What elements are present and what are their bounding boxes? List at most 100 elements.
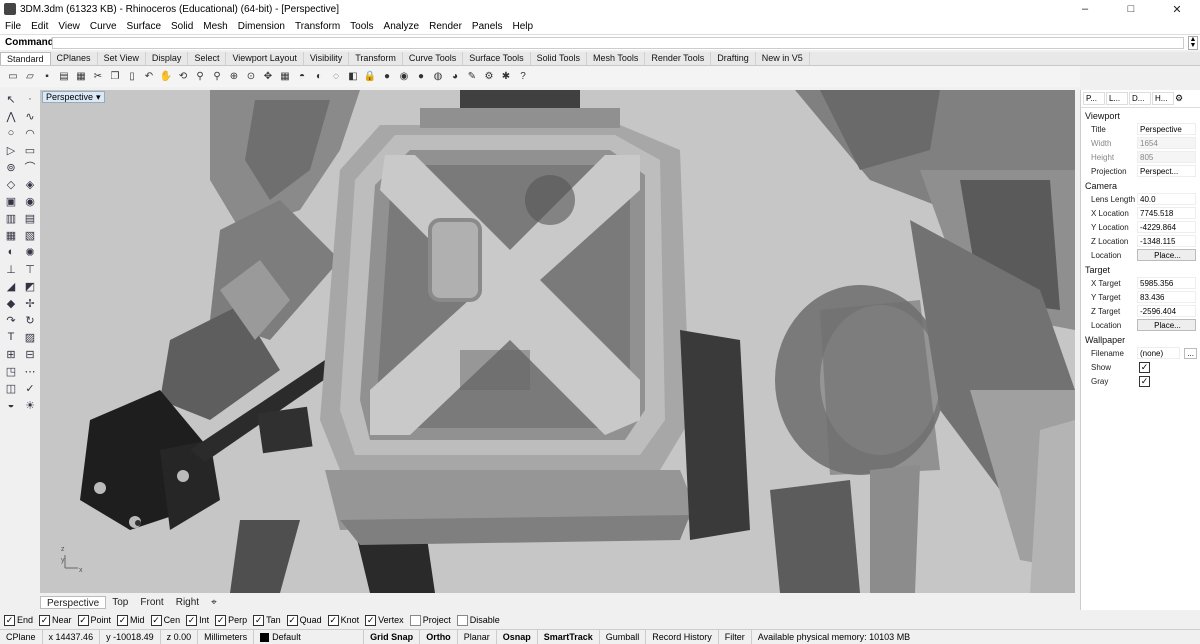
- tab-set-view[interactable]: Set View: [98, 52, 146, 65]
- smarttrack-toggle[interactable]: SmartTrack: [538, 630, 600, 644]
- menu-edit[interactable]: Edit: [26, 21, 53, 32]
- zoom-selected-icon[interactable]: ⊙: [244, 70, 258, 84]
- x-target-field[interactable]: 5985.356: [1137, 277, 1196, 289]
- hatch-icon[interactable]: ▨: [22, 329, 38, 345]
- zoom-window-icon[interactable]: ⚲: [210, 70, 224, 84]
- text-icon[interactable]: T: [3, 329, 19, 345]
- patch-icon[interactable]: ◈: [22, 176, 38, 192]
- command-input[interactable]: [52, 36, 1184, 49]
- osnap-int-checkbox[interactable]: ✓: [186, 614, 198, 626]
- tab-top[interactable]: Top: [106, 596, 134, 609]
- gear-icon[interactable]: ⚙: [482, 70, 496, 84]
- viewport-title[interactable]: Perspective ▾: [42, 91, 105, 103]
- osnap-int[interactable]: ✓ Int: [186, 614, 209, 626]
- tab-standard[interactable]: Standard: [0, 52, 51, 65]
- osnap-cen-checkbox[interactable]: ✓: [150, 614, 162, 626]
- prop-title-value[interactable]: Perspective: [1137, 123, 1196, 135]
- y-target-field[interactable]: 83.436: [1137, 291, 1196, 303]
- record-history-toggle[interactable]: Record History: [646, 630, 719, 644]
- tab-display-panel[interactable]: D...: [1129, 92, 1151, 105]
- gumball-toggle[interactable]: Gumball: [600, 630, 647, 644]
- layer-selector[interactable]: Default: [254, 630, 365, 644]
- planar-toggle[interactable]: Planar: [458, 630, 497, 644]
- perspective-viewport[interactable]: z y x Perspective ▾: [40, 90, 1075, 593]
- analyze-icon[interactable]: ◫: [3, 380, 19, 396]
- grid-icon[interactable]: ⋯: [22, 363, 38, 379]
- open-file-icon[interactable]: ▱: [23, 70, 37, 84]
- osnap-perp-checkbox[interactable]: ✓: [215, 614, 227, 626]
- tab-properties[interactable]: P...: [1083, 92, 1105, 105]
- menu-render[interactable]: Render: [424, 21, 467, 32]
- panel-gear-icon[interactable]: ⚙: [1175, 93, 1183, 104]
- tab-viewport-layout[interactable]: Viewport Layout: [226, 52, 304, 65]
- tab-render-tools[interactable]: Render Tools: [645, 52, 712, 65]
- triangle-icon[interactable]: ▷: [3, 142, 19, 158]
- browse-button[interactable]: ...: [1184, 347, 1197, 359]
- circle-icon[interactable]: ○: [3, 125, 19, 141]
- osnap-tan[interactable]: ✓ Tan: [253, 614, 281, 626]
- group-icon[interactable]: ◩: [22, 278, 38, 294]
- sphere-icon[interactable]: ◉: [22, 193, 38, 209]
- print-icon[interactable]: ▤: [57, 70, 71, 84]
- help-icon[interactable]: ?: [516, 70, 530, 84]
- render-icon[interactable]: ◒: [3, 397, 19, 413]
- offset-icon[interactable]: ⊚: [3, 159, 19, 175]
- osnap-project[interactable]: Project: [409, 614, 451, 626]
- move-icon[interactable]: ✥: [261, 70, 275, 84]
- add-viewport-icon[interactable]: ⌖: [205, 596, 223, 609]
- z-location-field[interactable]: -1348.115: [1137, 235, 1196, 247]
- tab-layers[interactable]: L...: [1106, 92, 1128, 105]
- arc-icon[interactable]: ◠: [22, 125, 38, 141]
- osnap-end[interactable]: ✓ End: [4, 614, 33, 626]
- projection-dropdown[interactable]: Perspect...: [1137, 165, 1196, 177]
- osnap-mid-checkbox[interactable]: ✓: [117, 614, 129, 626]
- osnap-toggle[interactable]: Osnap: [497, 630, 538, 644]
- osnap-cen[interactable]: ✓ Cen: [150, 614, 180, 626]
- box-icon[interactable]: ▣: [3, 193, 19, 209]
- light-bulb-icon[interactable]: ●: [380, 70, 394, 84]
- menu-analyze[interactable]: Analyze: [379, 21, 425, 32]
- rotate-tool-icon[interactable]: ↻: [22, 312, 38, 328]
- tab-transform[interactable]: Transform: [349, 52, 403, 65]
- point-icon[interactable]: ·: [22, 91, 38, 107]
- zoom-extents-icon[interactable]: ⊕: [227, 70, 241, 84]
- cplane-label[interactable]: CPlane: [0, 630, 43, 644]
- menu-tools[interactable]: Tools: [345, 21, 378, 32]
- osnap-mid[interactable]: ✓ Mid: [117, 614, 145, 626]
- explode-icon[interactable]: ✺: [22, 244, 38, 260]
- menu-file[interactable]: File: [0, 21, 26, 32]
- menu-curve[interactable]: Curve: [85, 21, 122, 32]
- osnap-vertex-checkbox[interactable]: ✓: [365, 614, 377, 626]
- render-sphere-icon[interactable]: ●: [414, 70, 428, 84]
- select-icon[interactable]: ◌: [329, 70, 343, 84]
- select-arrow-icon[interactable]: ↖: [3, 91, 19, 107]
- mesh-icon[interactable]: ▦: [3, 227, 19, 243]
- copy-icon[interactable]: ❐: [108, 70, 122, 84]
- tab-display[interactable]: Display: [146, 52, 189, 65]
- move-tool-icon[interactable]: ↷: [3, 312, 19, 328]
- osnap-project-checkbox[interactable]: [409, 614, 421, 626]
- curve-icon[interactable]: ∿: [22, 108, 38, 124]
- edit-points-icon[interactable]: ✢: [22, 295, 38, 311]
- options-icon[interactable]: ✱: [499, 70, 513, 84]
- menu-help[interactable]: Help: [508, 21, 539, 32]
- mesh-tools-icon[interactable]: ▧: [22, 227, 38, 243]
- split-icon[interactable]: ⊤: [22, 261, 38, 277]
- osnap-near[interactable]: ✓ Near: [39, 614, 72, 626]
- osnap-end-checkbox[interactable]: ✓: [4, 614, 15, 626]
- dimension-icon[interactable]: ⊞: [3, 346, 19, 362]
- tab-cplanes[interactable]: CPlanes: [51, 52, 98, 65]
- tab-surface-tools[interactable]: Surface Tools: [463, 52, 531, 65]
- tab-curve-tools[interactable]: Curve Tools: [403, 52, 464, 65]
- fillet-icon[interactable]: ⌒: [22, 159, 38, 175]
- surface-icon[interactable]: ◇: [3, 176, 19, 192]
- maximize-button[interactable]: □: [1108, 0, 1154, 18]
- ortho-toggle[interactable]: Ortho: [420, 630, 458, 644]
- camera-place-button[interactable]: Place...: [1137, 249, 1196, 261]
- color-wheel-icon[interactable]: ◉: [397, 70, 411, 84]
- osnap-point-checkbox[interactable]: ✓: [77, 614, 89, 626]
- osnap-quad[interactable]: ✓ Quad: [286, 614, 322, 626]
- join-icon[interactable]: ◢: [3, 278, 19, 294]
- osnap-perp[interactable]: ✓ Perp: [215, 614, 247, 626]
- osnap-tan-checkbox[interactable]: ✓: [253, 614, 265, 626]
